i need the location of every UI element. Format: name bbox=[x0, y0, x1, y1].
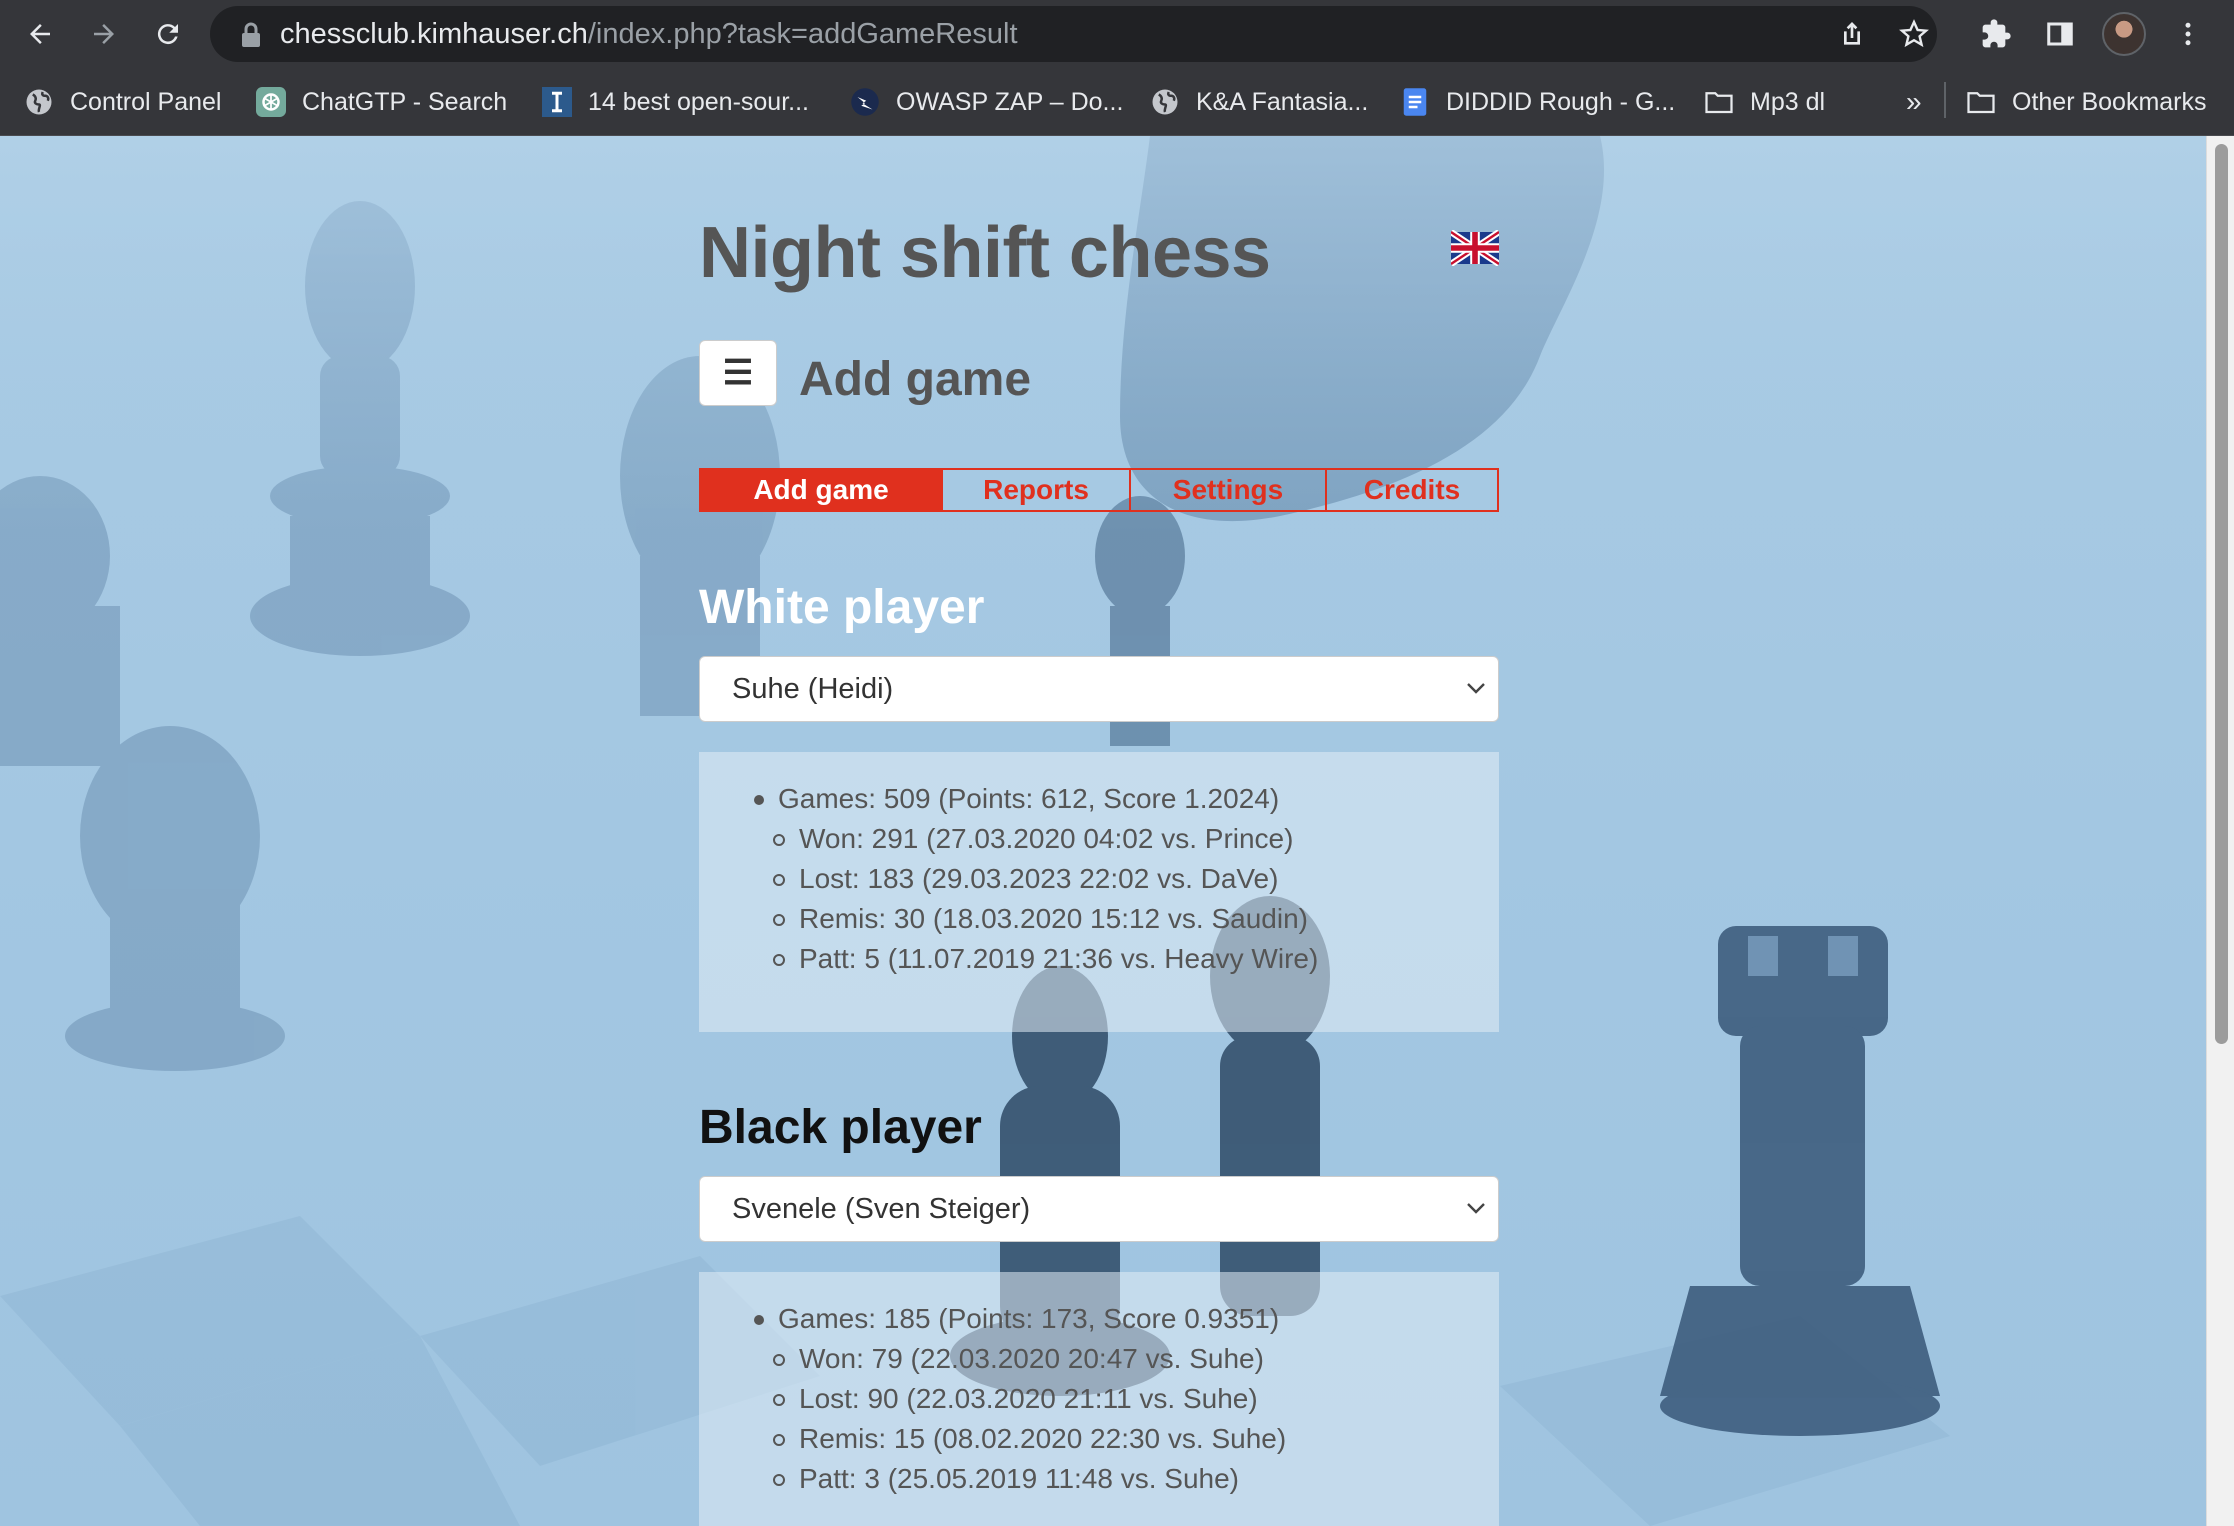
openai-icon bbox=[256, 87, 286, 117]
white-player-stats: Games: 509 (Points: 612, Score 1.2024) W… bbox=[699, 752, 1499, 1032]
bullet bbox=[773, 1434, 785, 1446]
url-host: chessclub.kimhauser.ch bbox=[280, 18, 588, 50]
folder-icon bbox=[1704, 87, 1734, 117]
nav-tabs: Add game Reports Settings Credits bbox=[699, 468, 1499, 512]
url-path: /index.php?task=addGameResult bbox=[587, 18, 1018, 50]
browser-chrome: chessclub.kimhauser.ch/index.php?task=ad… bbox=[0, 0, 2234, 136]
other-bookmarks-label: Other Bookmarks bbox=[2012, 87, 2207, 116]
tab-credits[interactable]: Credits bbox=[1327, 470, 1497, 510]
bullet bbox=[754, 795, 764, 805]
bookmark-label: K&A Fantasia... bbox=[1196, 87, 1369, 116]
arrow-right-icon bbox=[94, 24, 114, 44]
address-bar[interactable]: chessclub.kimhauser.ch/index.php?task=ad… bbox=[210, 6, 1937, 62]
black-player-title: Black player bbox=[699, 1101, 982, 1154]
page-scrollbar[interactable] bbox=[2206, 136, 2234, 1526]
browser-toolbar: chessclub.kimhauser.ch/index.php?task=ad… bbox=[0, 0, 2234, 68]
bullet bbox=[773, 1354, 785, 1366]
share-icon[interactable] bbox=[1836, 18, 1868, 50]
bookmark-label: 14 best open-sour... bbox=[588, 87, 809, 116]
forward-button[interactable] bbox=[80, 10, 128, 58]
stat-lost: Lost: 90 (22.03.2020 21:11 vs. Suhe) bbox=[799, 1383, 1258, 1414]
arrow-left-icon bbox=[30, 24, 50, 44]
bookmarks-separator bbox=[1944, 82, 1946, 118]
tab-reports[interactable]: Reports bbox=[943, 470, 1131, 510]
side-panel-button[interactable] bbox=[2040, 14, 2080, 54]
stat-lost: Lost: 183 (29.03.2023 22:02 vs. DaVe) bbox=[799, 863, 1279, 894]
bookmark-owasp-zap[interactable]: OWASP ZAP – Do... bbox=[850, 82, 1123, 122]
browser-menu-button[interactable] bbox=[2168, 14, 2208, 54]
folder-icon bbox=[1966, 87, 1996, 117]
puzzle-icon bbox=[1982, 19, 2011, 48]
bullet bbox=[773, 834, 785, 846]
url-text: chessclub.kimhauser.ch/index.php?task=ad… bbox=[280, 18, 1018, 51]
page-heading: Add game bbox=[799, 353, 1032, 406]
menu-toggle-button[interactable]: ☰ bbox=[699, 340, 777, 406]
bookmark-label: ChatGTP - Search bbox=[302, 87, 508, 116]
stat-remis: Remis: 30 (18.03.2020 15:12 vs. Saudin) bbox=[799, 903, 1308, 934]
globe-icon bbox=[1150, 87, 1180, 117]
uk-flag-icon[interactable] bbox=[1451, 230, 1499, 266]
bookmark-star-icon[interactable] bbox=[1898, 18, 1930, 50]
hamburger-icon: ☰ bbox=[722, 354, 754, 392]
extensions-button[interactable] bbox=[1976, 14, 2016, 54]
bullet bbox=[773, 1474, 785, 1486]
bookmark-label: Control Panel bbox=[70, 87, 222, 116]
bullet bbox=[773, 914, 785, 926]
stat-remis: Remis: 15 (08.02.2020 22:30 vs. Suhe) bbox=[799, 1423, 1287, 1454]
bookmark-label: OWASP ZAP – Do... bbox=[896, 87, 1124, 116]
bullet bbox=[773, 1394, 785, 1406]
globe-icon bbox=[24, 87, 54, 117]
bullet bbox=[773, 874, 785, 886]
chevron-down-icon bbox=[1467, 683, 1485, 694]
docs-icon bbox=[1400, 87, 1430, 117]
tab-add-game[interactable]: Add game bbox=[701, 470, 943, 510]
lock-icon bbox=[242, 22, 260, 47]
page-viewport: Night shift chess ☰ Add game Add game Re… bbox=[0, 136, 2206, 1526]
stat-patt: Patt: 3 (25.05.2019 11:48 vs. Suhe) bbox=[799, 1463, 1240, 1494]
stat-won: Won: 291 (27.03.2020 04:02 vs. Prince) bbox=[799, 823, 1294, 854]
back-button[interactable] bbox=[16, 10, 64, 58]
bookmark-control-panel[interactable]: Control Panel bbox=[24, 82, 221, 122]
white-player-selected: Suhe (Heidi) bbox=[732, 673, 894, 705]
black-player-stats: Games: 185 (Points: 173, Score 0.9351) W… bbox=[699, 1272, 1499, 1526]
bookmark-label: Mp3 dl bbox=[1750, 87, 1826, 116]
white-player-select[interactable]: Suhe (Heidi) bbox=[699, 656, 1499, 722]
profile-avatar[interactable] bbox=[2102, 12, 2146, 56]
bookmark-ka-fantasia[interactable]: K&A Fantasia... bbox=[1150, 82, 1368, 122]
white-player-title: White player bbox=[699, 581, 985, 634]
black-player-selected: Svenele (Sven Steiger) bbox=[732, 1193, 1031, 1225]
side-panel-icon bbox=[2047, 22, 2073, 46]
overflow-chevron: » bbox=[1906, 86, 1922, 117]
black-player-select[interactable]: Svenele (Sven Steiger) bbox=[699, 1176, 1499, 1242]
bookmark-label: DIDDID Rough - G... bbox=[1446, 87, 1676, 116]
bookmark-open-source[interactable]: 14 best open-sour... bbox=[542, 82, 809, 122]
bullet bbox=[754, 1315, 764, 1325]
bookmark-chatgtp-search[interactable]: ChatGTP - Search bbox=[256, 82, 507, 122]
stat-games: Games: 185 (Points: 173, Score 0.9351) bbox=[778, 1303, 1280, 1334]
zap-icon bbox=[850, 87, 880, 117]
bookmarks-bar: Control Panel ChatGTP - Search 14 best o… bbox=[0, 68, 2234, 136]
i-logo-icon bbox=[542, 87, 572, 117]
site-title: Night shift chess bbox=[699, 213, 1271, 293]
stat-games: Games: 509 (Points: 612, Score 1.2024) bbox=[778, 783, 1280, 814]
bookmark-mp3-dl[interactable]: Mp3 dl bbox=[1704, 82, 1825, 122]
stat-won: Won: 79 (22.03.2020 20:47 vs. Suhe) bbox=[799, 1343, 1264, 1374]
stat-patt: Patt: 5 (11.07.2019 21:36 vs. Heavy Wire… bbox=[799, 943, 1319, 974]
chevron-down-icon bbox=[1467, 1203, 1485, 1214]
other-bookmarks[interactable]: Other Bookmarks bbox=[1966, 82, 2207, 122]
bullet bbox=[773, 954, 785, 966]
bookmark-diddid-rough[interactable]: DIDDID Rough - G... bbox=[1400, 82, 1675, 122]
reload-button[interactable] bbox=[144, 10, 192, 58]
reload-icon bbox=[157, 24, 178, 45]
scrollbar-thumb[interactable] bbox=[2215, 144, 2228, 1044]
bookmarks-overflow-button[interactable]: » bbox=[1906, 82, 1922, 122]
tab-settings[interactable]: Settings bbox=[1131, 470, 1327, 510]
kebab-menu-icon bbox=[2185, 22, 2191, 46]
